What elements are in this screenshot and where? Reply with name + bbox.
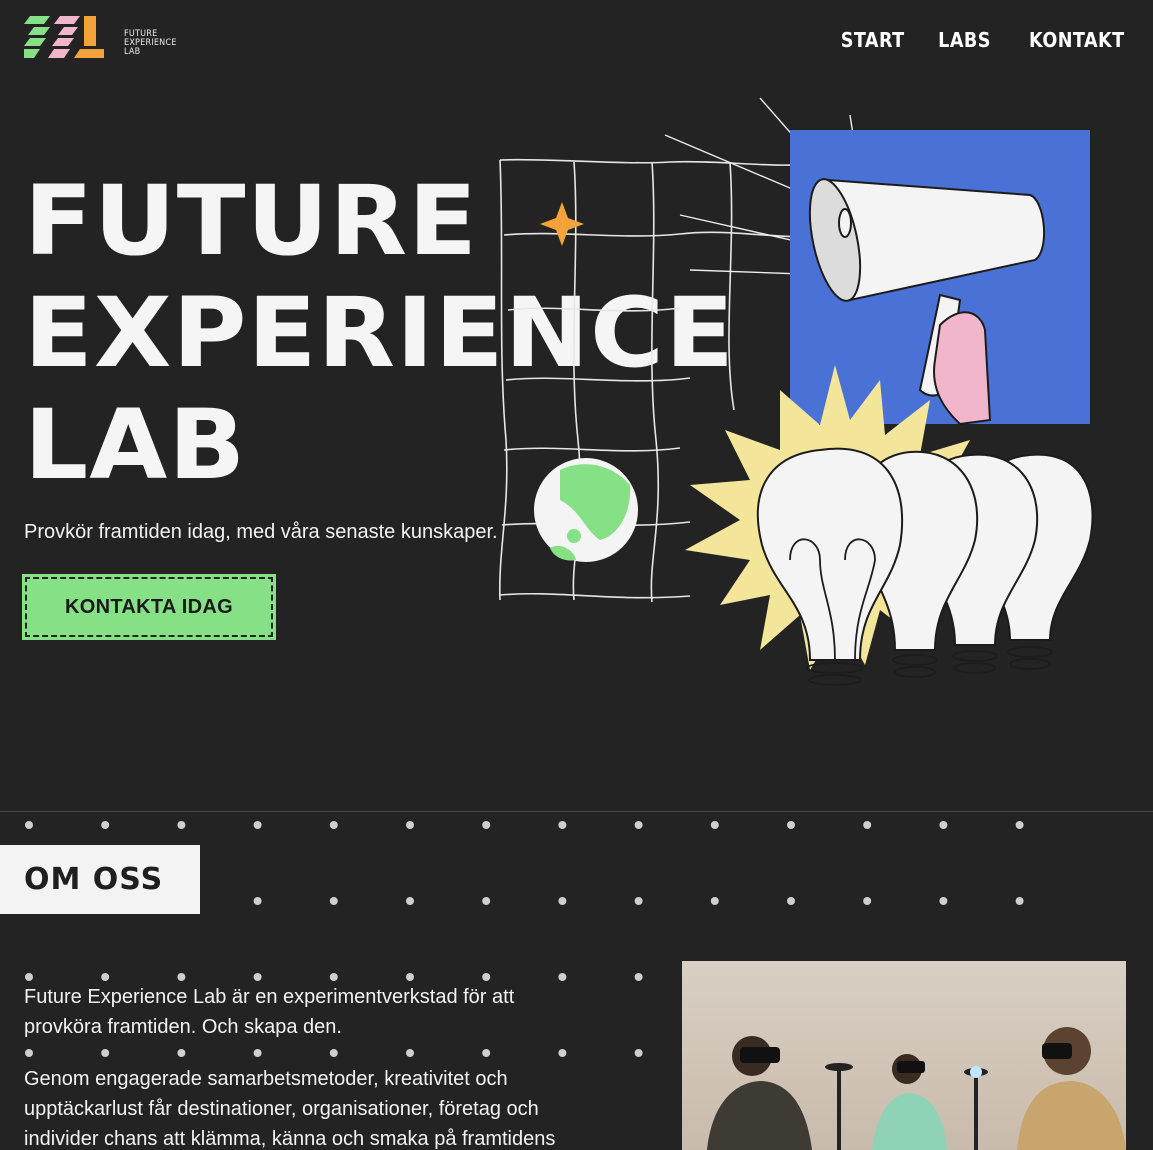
logo-text: FUTURE EXPERIENCE LAB (124, 30, 177, 57)
pattern-dot (939, 821, 948, 829)
pattern-dot (25, 821, 33, 829)
pattern-dot (177, 821, 186, 829)
pattern-dot (558, 973, 567, 981)
contact-cta-button[interactable]: KONTAKTA IDAG (22, 574, 276, 640)
pattern-dot (25, 973, 33, 981)
pattern-dot (634, 821, 643, 829)
pattern-dot (710, 897, 719, 905)
hero-illustration (498, 97, 1094, 686)
pattern-dot (329, 821, 338, 829)
pattern-dot (634, 973, 643, 981)
main-nav: START LABS KONTAKT (832, 28, 1125, 52)
pattern-dot (863, 897, 872, 905)
pattern-dot (863, 821, 872, 829)
pattern-dot (1015, 897, 1024, 905)
pattern-dot (787, 821, 795, 829)
pattern-dot (101, 821, 110, 829)
about-paragraph: Future Experience Lab är en experimentve… (24, 986, 515, 1038)
nav-labs[interactable]: LABS (938, 28, 991, 52)
pattern-dot (939, 897, 948, 905)
pattern-dot (253, 821, 262, 829)
about-text: Future Experience Lab är en experimentve… (24, 982, 564, 1150)
pattern-dot (177, 973, 186, 981)
globe-illustration (534, 458, 638, 562)
pattern-dot (787, 897, 795, 905)
pattern-dot (406, 821, 414, 829)
pattern-dot (482, 821, 491, 829)
logo-mark-icon (24, 16, 110, 58)
nav-kontakt[interactable]: KONTAKT (1029, 28, 1125, 52)
pattern-dot (710, 821, 719, 829)
pattern-dot (406, 897, 414, 905)
pattern-dot (253, 897, 262, 905)
about-heading: OM OSS (0, 845, 200, 914)
pattern-dot (1015, 821, 1024, 829)
pattern-dot (101, 973, 110, 981)
pattern-dot (329, 973, 338, 981)
pattern-dot (482, 897, 491, 905)
nav-start[interactable]: START (841, 28, 905, 52)
vr-photo (682, 961, 1126, 1150)
pattern-dot (406, 973, 414, 981)
pattern-dot (558, 897, 567, 905)
pattern-dot (558, 821, 567, 829)
pattern-dot (482, 973, 491, 981)
pattern-dot (634, 897, 643, 905)
about-paragraph: Genom engagerade samarbetsmetoder, kreat… (24, 1068, 556, 1150)
pattern-dot (253, 973, 262, 981)
hero-subtitle: Provkör framtiden idag, med våra senaste… (24, 521, 498, 543)
logo[interactable]: FUTURE EXPERIENCE LAB (24, 14, 176, 62)
pattern-dot (634, 1049, 643, 1057)
sparkle-icon (540, 202, 584, 246)
vr-photo-image (682, 961, 1126, 1150)
logo-line: LAB (124, 47, 141, 57)
pattern-dot (329, 897, 338, 905)
